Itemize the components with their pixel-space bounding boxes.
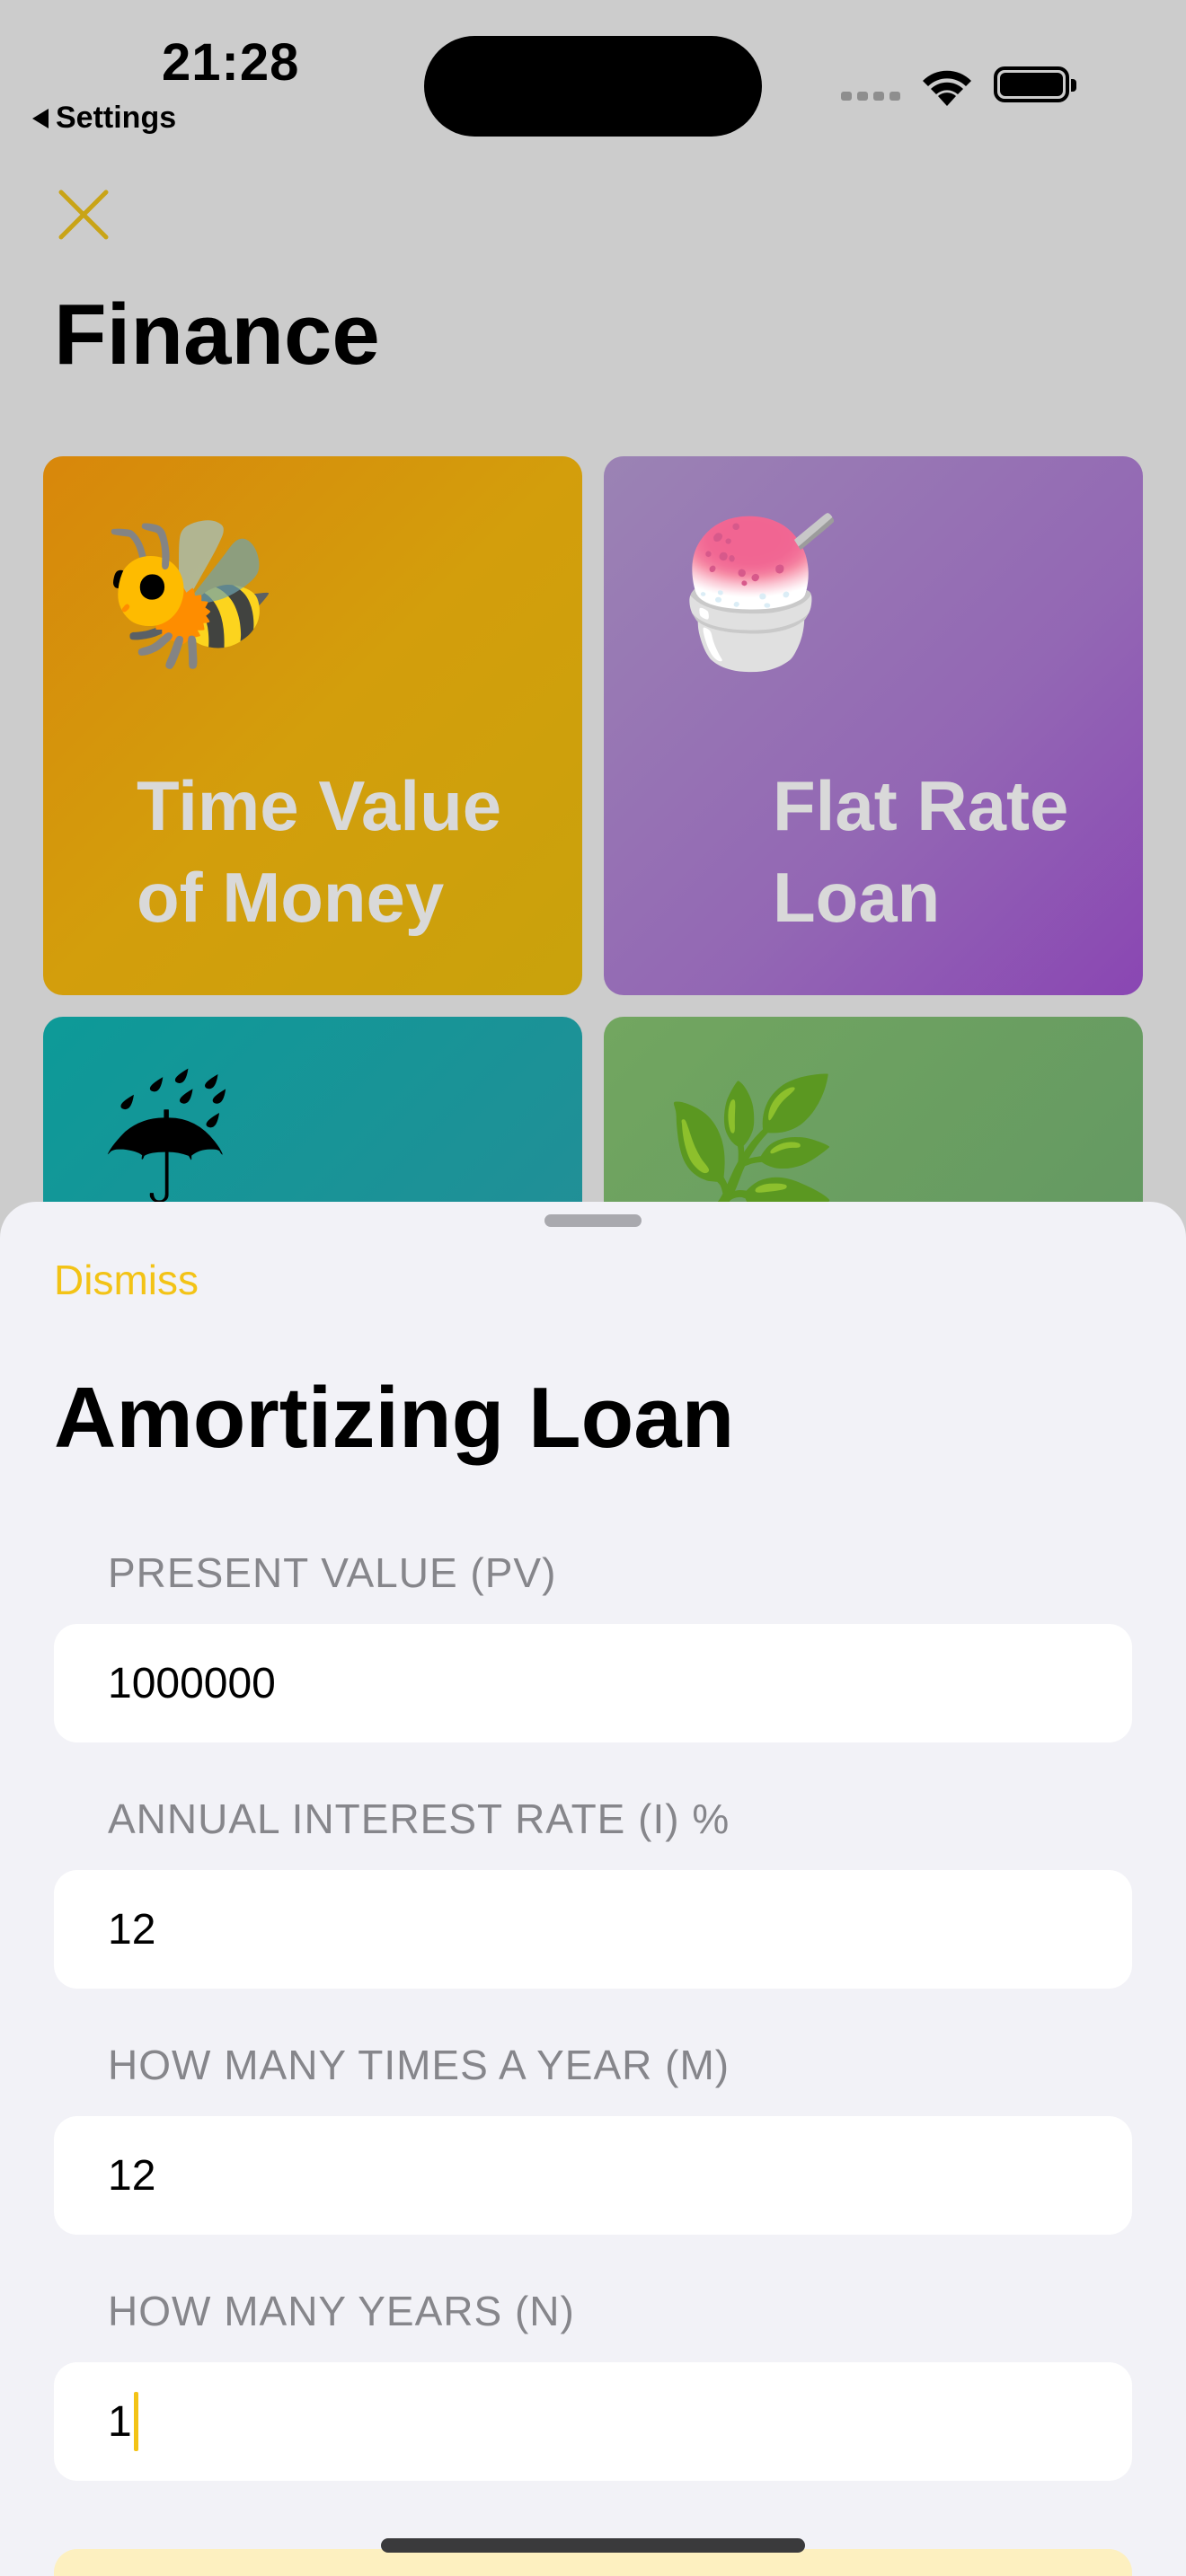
years-input[interactable]: 1 [108,2397,132,2447]
battery-icon [994,66,1076,102]
back-to-settings[interactable]: Settings [32,101,176,136]
sheet-title: Amortizing Loan [54,1370,735,1466]
shaved-ice-icon: 🍧 [661,512,841,673]
back-triangle-icon [32,108,49,128]
sheet-grabber[interactable] [544,1214,642,1227]
interest-rate-field[interactable] [54,1870,1132,1989]
status-time: 21:28 [162,33,300,92]
amortizing-loan-sheet: Dismiss Amortizing Loan PRESENT VALUE (P… [0,1202,1186,2576]
interest-rate-input[interactable] [108,1904,1078,1954]
pv-input[interactable] [108,1658,1078,1708]
pv-label: PRESENT VALUE (PV) [108,1549,557,1596]
years-field[interactable]: 1 [54,2362,1132,2481]
card-flat-rate-loan[interactable]: 🍧 Flat Rate Loan [604,456,1143,995]
cellular-signal-icon [841,92,900,101]
text-caret [133,2392,138,2451]
home-indicator[interactable] [381,2538,805,2553]
bee-icon: 🐝 [101,512,280,673]
dismiss-button[interactable]: Dismiss [54,1256,199,1304]
times-per-year-label: HOW MANY TIMES A YEAR (M) [108,2042,730,2088]
wifi-icon [923,70,971,106]
page-title: Finance [54,287,380,383]
years-label: HOW MANY YEARS (N) [108,2288,575,2334]
card-time-value-of-money[interactable]: 🐝 Time Value of Money [43,456,582,995]
pv-field[interactable] [54,1624,1132,1742]
card-label: Flat Rate Loan [773,766,1069,937]
times-per-year-field[interactable] [54,2116,1132,2235]
interest-rate-label: ANNUAL INTEREST RATE (I) % [108,1795,730,1842]
back-label: Settings [56,101,177,135]
card-label: Time Value of Money [137,766,502,937]
dynamic-island [424,36,762,137]
calculate-button-edge[interactable] [54,2549,1132,2576]
close-icon[interactable] [54,185,113,244]
times-per-year-input[interactable] [108,2150,1078,2201]
